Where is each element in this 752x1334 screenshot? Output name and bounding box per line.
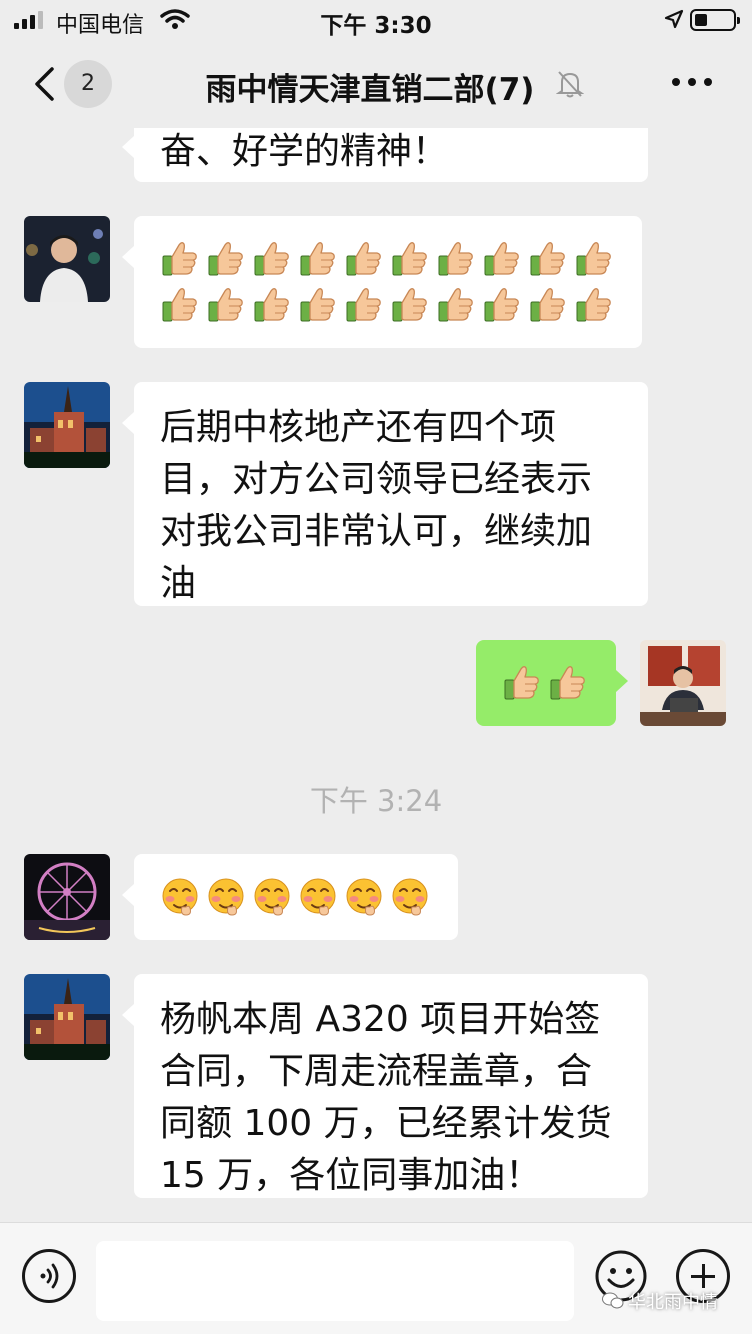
status-bar: 中国电信 下午 3:30	[0, 0, 752, 40]
avatar[interactable]	[24, 216, 110, 302]
message-bubble[interactable]: 杨帆本周 A320 项目开始签 合同，下周走流程盖章，合 同额 100 万，已经…	[122, 974, 648, 1198]
message-bubble[interactable]	[122, 854, 458, 940]
message-input[interactable]	[96, 1241, 574, 1321]
message-bubble[interactable]: 后期中核地产还有四个项 目，对方公司领导已经表示 对我公司非常认可，继续加 油	[122, 382, 648, 606]
blushing-face-icon	[206, 877, 246, 917]
thumbs-up-icon	[160, 285, 200, 325]
message-line: 同额 100 万，已经累计发货	[160, 1103, 612, 1144]
unread-count-badge[interactable]: 2	[64, 60, 112, 108]
thumbs-up-icon	[436, 239, 476, 279]
thumbs-up-icon	[528, 285, 568, 325]
thumbs-up-icon	[482, 285, 522, 325]
chat-area[interactable]: 奋、好学的精神！ 后期中核地产还有四个项 目，对方公司领导已经表示 对我公司非常…	[0, 128, 752, 1222]
message-text: 奋、好学的精神！	[160, 131, 449, 172]
thumbs-up-icon	[390, 239, 430, 279]
blushing-face-icon	[298, 877, 338, 917]
battery-icon	[690, 9, 740, 31]
input-bar	[0, 1222, 752, 1334]
avatar[interactable]	[24, 382, 110, 468]
message-bubble[interactable]: 奋、好学的精神！	[122, 128, 648, 182]
wechat-logo-icon	[602, 1292, 624, 1309]
thumbs-up-icon	[574, 239, 614, 279]
message-line: 合同，下周走流程盖章，合	[160, 1051, 593, 1092]
voice-icon	[40, 1263, 59, 1289]
thumbs-up-icon	[548, 663, 588, 703]
thumbs-up-icon	[502, 663, 542, 703]
thumbs-up-icon	[482, 239, 522, 279]
message-line: 对我公司非常认可，继续加	[160, 511, 593, 552]
thumbs-up-icon	[574, 285, 614, 325]
thumbs-up-icon	[252, 239, 292, 279]
voice-input-button[interactable]	[22, 1249, 76, 1303]
thumbs-up-icon	[252, 285, 292, 325]
message-bubble-outgoing[interactable]	[476, 640, 628, 726]
mute-bell-icon	[556, 71, 584, 98]
emoji-row	[160, 874, 432, 920]
thumbs-up-icon	[206, 239, 246, 279]
message-line: 杨帆本周 A320 项目开始签	[160, 999, 601, 1040]
thumbs-up-icon	[298, 285, 338, 325]
thumbs-up-icon	[528, 239, 568, 279]
chat-title: 雨中情天津直销二部(7)	[205, 72, 535, 108]
avatar-self[interactable]	[640, 640, 726, 726]
message-line: 油	[160, 563, 197, 604]
watermark: 华北雨中情	[602, 1288, 718, 1314]
time-divider: 下午 3:24	[309, 784, 443, 818]
location-arrow-icon	[664, 9, 684, 29]
message-line: 后期中核地产还有四个项	[160, 407, 557, 448]
more-options-icon[interactable]	[672, 78, 712, 86]
thumbs-up-icon	[206, 285, 246, 325]
thumbs-up-icon	[160, 239, 200, 279]
blushing-face-icon	[160, 877, 200, 917]
watermark-text: 华北雨中情	[628, 1292, 718, 1313]
emoji-row	[160, 236, 616, 282]
avatar[interactable]	[24, 854, 110, 940]
message-line: 目，对方公司领导已经表示	[160, 459, 593, 500]
emoji-row	[160, 282, 616, 328]
message-bubble[interactable]	[122, 216, 642, 348]
blushing-face-icon	[344, 877, 384, 917]
status-time: 下午 3:30	[320, 13, 432, 39]
back-chevron-icon[interactable]	[30, 66, 60, 102]
thumbs-up-icon	[344, 239, 384, 279]
emoji-row	[502, 660, 590, 706]
thumbs-up-icon	[298, 239, 338, 279]
blushing-face-icon	[252, 877, 292, 917]
thumbs-up-icon	[344, 285, 384, 325]
avatar[interactable]	[24, 974, 110, 1060]
thumbs-up-icon	[436, 285, 476, 325]
blushing-face-icon	[390, 877, 430, 917]
chat-header: 2 雨中情天津直销二部(7)	[0, 40, 752, 128]
thumbs-up-icon	[390, 285, 430, 325]
message-line: 15 万，各位同事加油！	[160, 1155, 542, 1196]
